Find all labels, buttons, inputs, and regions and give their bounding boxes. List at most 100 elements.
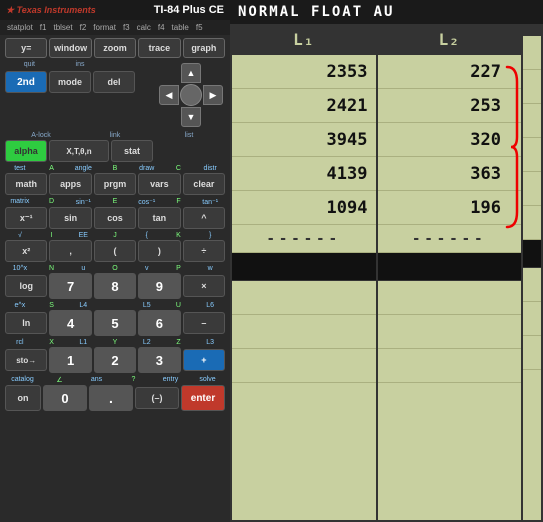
q-label: ? [116,376,151,384]
l2-cell-4: 363 [378,157,522,191]
x-label: X [37,339,67,346]
mode-button[interactable]: mode [49,71,91,93]
f2-label: f2 [77,22,90,33]
clear-button[interactable]: clear [183,173,225,195]
log-button[interactable]: log [5,275,47,297]
8-button[interactable]: 8 [94,273,136,299]
format-label: format [90,22,119,33]
top-func-row: statplot f1 tblset f2 format f3 calc f4 … [0,20,230,35]
2nd-button[interactable]: 2nd [5,71,47,93]
l3-empty-8 [523,302,541,336]
sin-button[interactable]: sin [49,207,91,229]
dpad-right-button[interactable]: ▶ [203,85,223,105]
tan-button[interactable]: tan [138,207,180,229]
plus-button[interactable]: + [183,349,225,371]
l2-cell-3: 320 [378,123,522,157]
graph-button[interactable]: graph [183,38,225,58]
tblset-label: tblset [50,22,75,33]
v-label: v [132,265,162,272]
row9-wrapper: rcl X L1 Y L2 Z L3 sto→ 1 2 3 + [5,339,225,373]
on-button[interactable]: on [5,385,41,411]
decimal-button[interactable]: . [89,385,133,411]
2-button[interactable]: 2 [94,347,136,373]
calc-label: calc [134,22,154,33]
row8-wrapper: e^x S L4 L5 U L6 ln 4 5 6 – [5,302,225,336]
window-button[interactable]: window [49,38,91,58]
func-key-row: y= window zoom trace graph [5,38,225,58]
row6-above-labels: √ I EE J { K } [5,232,225,239]
l3-empty-7 [523,268,541,302]
prgm-button[interactable]: prgm [94,173,136,195]
rparen-button[interactable]: ) [138,240,180,262]
ti-model: TI-84 Plus CE [154,4,224,16]
ans-label: ans [79,376,114,384]
l3-black-bar [523,240,541,268]
l1-header: L₁ [232,26,376,55]
cos-inv-label: cos⁻¹ [132,198,162,206]
vars-button[interactable]: vars [138,173,180,195]
k-label: K [164,232,194,239]
4-button[interactable]: 4 [49,310,91,336]
row4-keys: math apps prgm vars clear [5,173,225,195]
dpad-up-button[interactable]: ▲ [181,63,201,83]
test-label: test [5,165,35,172]
caret-button[interactable]: ^ [183,207,225,229]
cos-button[interactable]: cos [94,207,136,229]
alock-label: A-lock [5,132,77,139]
entry-label: entry [153,376,188,384]
row4-wrapper: test A angle B draw C distr math apps pr… [5,165,225,195]
stat-button[interactable]: stat [111,140,153,162]
1-button[interactable]: 1 [49,347,91,373]
button-area: y= window zoom trace graph quit ins 2nd … [0,35,230,522]
5-button[interactable]: 5 [94,310,136,336]
zoom-button[interactable]: zoom [94,38,136,58]
divide-button[interactable]: ÷ [183,240,225,262]
l1-black-bar [232,253,376,281]
quit-label: quit [5,61,54,68]
l1-cell-1: 2353 [232,55,376,89]
p-label: P [164,265,194,272]
z-label: Z [164,339,194,346]
ln-button[interactable]: ln [5,312,47,334]
u2-label: U [164,302,194,309]
math-button[interactable]: math [5,173,47,195]
alpha-button[interactable]: alpha [5,140,47,162]
comma-button[interactable]: , [49,240,91,262]
dpad-center-button[interactable] [180,84,202,106]
neg-button[interactable]: (–) [135,387,179,409]
l4-label: L4 [68,302,98,309]
l2-cell-5: 196 [378,191,522,225]
t-label [100,302,130,309]
apps-button[interactable]: apps [49,173,91,195]
draw-label: draw [132,165,162,172]
statplot-label: statplot [4,22,36,33]
0-button[interactable]: 0 [43,385,87,411]
y-equals-button[interactable]: y= [5,38,47,58]
del-button[interactable]: del [93,71,135,93]
6-button[interactable]: 6 [138,310,180,336]
enter-button[interactable]: enter [181,385,225,411]
dpad-down-button[interactable]: ▼ [181,107,201,127]
7-button[interactable]: 7 [49,273,91,299]
row5-wrapper: matrix D sin⁻¹ E cos⁻¹ F tan⁻¹ x⁻¹ sin c… [5,198,225,229]
catalog-label: catalog [5,376,40,384]
multiply-button[interactable]: × [183,275,225,297]
l2-empty-2 [378,315,522,349]
row7-keys: log 7 8 9 × [5,273,225,299]
minus-button[interactable]: – [183,312,225,334]
x-squared-button[interactable]: x² [5,240,47,262]
sqrt-label: √ [5,232,35,239]
row10-wrapper: catalog ∠ ans ? entry solve on 0 . (–) e… [5,376,225,411]
xtthetan-button[interactable]: X,T,θ,n [49,140,109,162]
l3-column [523,26,541,520]
x-inv-button[interactable]: x⁻¹ [5,207,47,229]
screen-panel: NORMAL FLOAT AU L₁ 2353 2421 3945 4139 1… [230,0,543,522]
l3-empty-2 [523,70,541,104]
3-button[interactable]: 3 [138,347,180,373]
dpad-left-button[interactable]: ◀ [159,85,179,105]
sto-button[interactable]: sto→ [5,349,47,371]
9-button[interactable]: 9 [138,273,180,299]
trace-button[interactable]: trace [138,38,180,58]
rbrace-label: } [195,232,225,239]
lparen-button[interactable]: ( [94,240,136,262]
